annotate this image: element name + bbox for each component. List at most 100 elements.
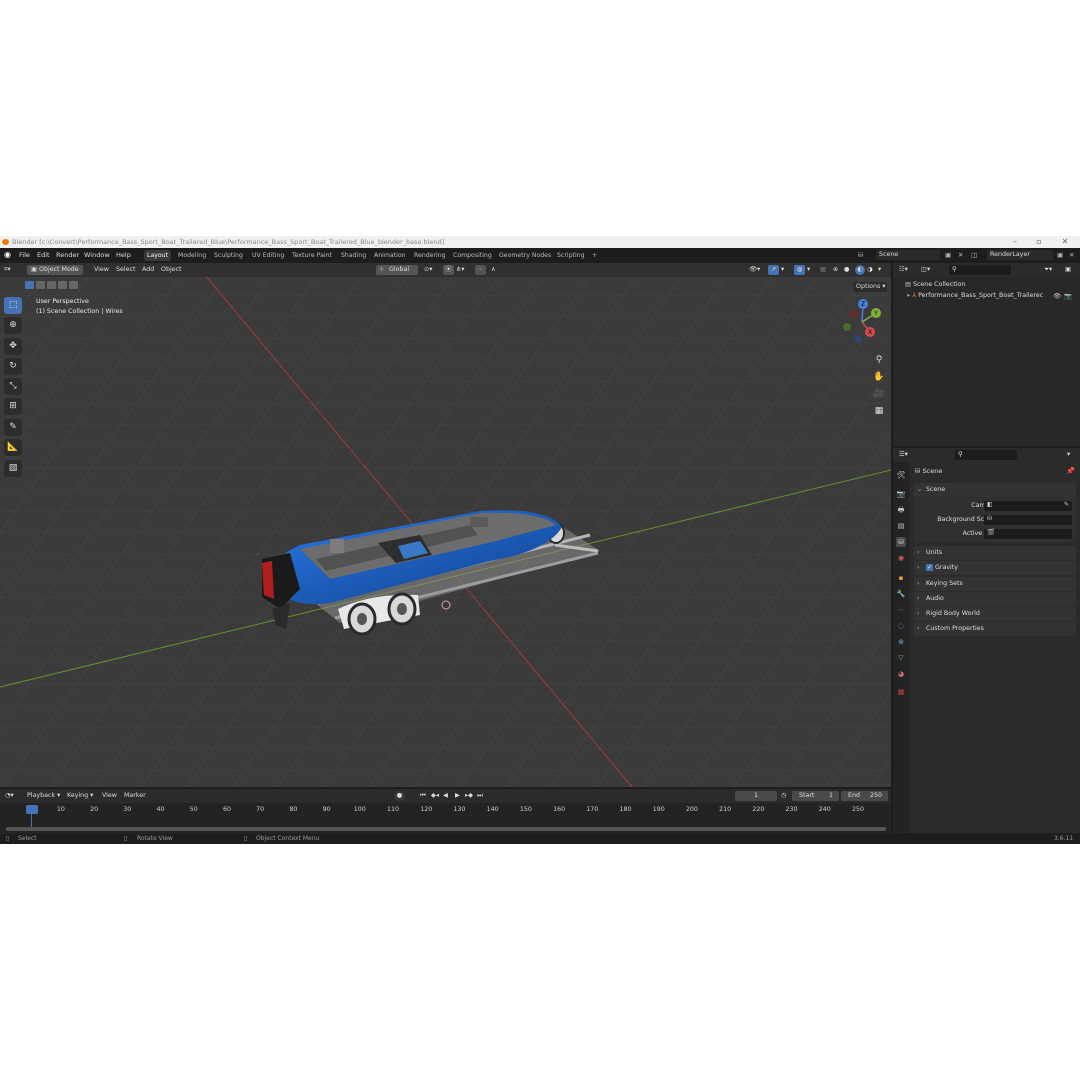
gizmo-dropdown-icon[interactable]: ▾	[781, 265, 784, 275]
scale-icon[interactable]: ⤡	[4, 378, 22, 395]
visibility-icon[interactable]: 👁▾	[749, 265, 760, 275]
move-icon[interactable]: ✥	[4, 338, 22, 355]
gizmo-neg-y-icon[interactable]	[843, 323, 851, 331]
rendered-shading-icon[interactable]: ◑	[867, 265, 873, 275]
next-keyframe-icon[interactable]: ▸◆	[465, 791, 473, 801]
constraints-tab-icon[interactable]: ⊗	[896, 637, 906, 647]
timeline-editor-icon[interactable]: ◔▾	[5, 791, 14, 801]
transform-icon[interactable]: ⊞	[4, 398, 22, 415]
outliner-search-input[interactable]: ⚲	[949, 265, 1011, 275]
clock-icon[interactable]: ◷	[781, 791, 787, 801]
current-frame-field[interactable]: 1	[735, 791, 777, 801]
data-tab-icon[interactable]: ▽	[896, 653, 906, 663]
render-layer-icon[interactable]: ◫	[971, 248, 977, 262]
proportional-edit-icon[interactable]: ◦	[475, 265, 486, 275]
tab-rendering[interactable]: Rendering	[411, 250, 449, 261]
select-invert-icon[interactable]	[58, 281, 67, 289]
pivot-icon[interactable]: ⊙▾	[424, 265, 432, 275]
tab-geometry-nodes[interactable]: Geometry Nodes	[496, 250, 554, 261]
tool-tab-icon[interactable]: 🛠	[896, 470, 906, 480]
layer-delete-icon[interactable]: ✕	[1069, 248, 1074, 262]
gizmo-neg-x-icon[interactable]	[850, 310, 858, 318]
tab-scripting[interactable]: Scripting	[554, 250, 588, 261]
snap-icon[interactable]: ⋔▾	[456, 265, 464, 275]
physics-tab-icon[interactable]: ◌	[896, 621, 906, 631]
view-layer-tab-icon[interactable]: ▤	[896, 521, 906, 531]
solid-shading-icon[interactable]: ●	[844, 265, 850, 275]
menu-keying[interactable]: Keying ▾	[67, 791, 93, 801]
tab-animation[interactable]: Animation	[371, 250, 409, 261]
play-icon[interactable]: ▶	[455, 791, 460, 801]
outliner-row-object[interactable]: ▸ ⅄ Performance_Bass_Sport_Boat_Trailere…	[907, 292, 1077, 300]
close-icon[interactable]: ✕	[1054, 236, 1076, 248]
modifier-tab-icon[interactable]: 🔧	[896, 589, 906, 599]
select-extend-icon[interactable]	[36, 281, 45, 289]
scene-new-icon[interactable]: ▣	[945, 248, 951, 262]
panel-custom-properties[interactable]: › Custom Properties	[914, 622, 1076, 636]
scene-icon[interactable]: ⛁	[858, 248, 863, 262]
menu-select[interactable]: Select	[116, 265, 135, 275]
panel-scene[interactable]: ⌄ Scene	[914, 483, 1076, 497]
layer-new-icon[interactable]: ▣	[1057, 248, 1063, 262]
display-mode-icon[interactable]: ◫▾	[921, 265, 930, 275]
new-collection-icon[interactable]: ▣	[1065, 265, 1071, 275]
blender-menu-icon[interactable]: ◉	[4, 248, 11, 262]
panel-rigid-body-world[interactable]: › Rigid Body World	[914, 607, 1076, 621]
shading-dropdown-icon[interactable]: ▾	[878, 265, 881, 275]
gravity-checkbox[interactable]: ✓	[926, 564, 933, 571]
outliner-row-scene-collection[interactable]: ▤ Scene Collection	[905, 281, 965, 288]
camera-view-icon[interactable]: 🎥	[872, 387, 886, 401]
scene-delete-icon[interactable]: ✕	[958, 248, 963, 262]
pin-icon[interactable]: 📌	[1066, 467, 1075, 475]
add-workspace-button[interactable]: +	[589, 250, 600, 261]
rotate-icon[interactable]: ↻	[4, 358, 22, 375]
menu-window[interactable]: Window	[84, 248, 110, 262]
particles-tab-icon[interactable]: ⁘	[896, 605, 906, 615]
panel-keying-sets[interactable]: › Keying Sets	[914, 577, 1076, 591]
timeline-scrollbar[interactable]	[6, 827, 886, 831]
tab-shading[interactable]: Shading	[338, 250, 369, 261]
output-tab-icon[interactable]: 🖶	[896, 505, 906, 515]
world-tab-icon[interactable]: ◉	[896, 553, 906, 563]
overlay-dropdown-icon[interactable]: ▾	[807, 265, 810, 275]
expand-arrow-icon[interactable]: ▸	[907, 292, 910, 299]
camera-render-icon[interactable]: 📷	[1064, 292, 1072, 300]
material-shading-icon[interactable]: ◐	[855, 265, 865, 275]
overlay-toggle-icon[interactable]: ◍	[794, 265, 805, 275]
jump-start-icon[interactable]: ⏮	[420, 791, 426, 801]
maximize-icon[interactable]: ▫	[1028, 236, 1050, 248]
tab-layout[interactable]: Layout	[144, 250, 172, 261]
properties-options-icon[interactable]: ▾	[1067, 450, 1070, 460]
panel-units[interactable]: › Units	[914, 546, 1076, 560]
menu-file[interactable]: File	[19, 248, 30, 262]
menu-view[interactable]: View	[94, 265, 109, 275]
gizmo-toggle-icon[interactable]: ↗	[768, 265, 779, 275]
eye-icon[interactable]: 👁	[1053, 292, 1061, 300]
render-tab-icon[interactable]: 📷	[896, 489, 906, 499]
menu-object[interactable]: Object	[161, 265, 182, 275]
playhead[interactable]	[26, 805, 38, 814]
prev-keyframe-icon[interactable]: ◆◂	[431, 791, 439, 801]
options-button[interactable]: Options ▾	[853, 282, 887, 292]
measure-icon[interactable]: 📐	[4, 439, 22, 456]
cursor-icon[interactable]: ⊕	[4, 317, 22, 334]
menu-marker[interactable]: Marker	[124, 791, 146, 801]
panel-gravity[interactable]: › ✓ Gravity	[914, 561, 1076, 575]
object-tab-icon[interactable]: ▪	[896, 573, 906, 583]
render-layer-selector[interactable]: RenderLayer	[987, 250, 1053, 260]
scene-selector[interactable]: Scene	[876, 250, 940, 260]
zoom-icon[interactable]: ⚲	[872, 353, 886, 367]
jump-end-icon[interactable]: ⏭	[477, 791, 483, 801]
3d-viewport[interactable]: ⌗▾ ▣ Object Mode View Select Add Object …	[0, 263, 891, 787]
record-icon[interactable]: ●	[394, 791, 405, 801]
panel-audio[interactable]: › Audio	[914, 592, 1076, 606]
tab-sculpting[interactable]: Sculpting	[211, 250, 246, 261]
xray-icon[interactable]: ▦	[820, 265, 826, 275]
tab-texture-paint[interactable]: Texture Paint	[289, 250, 335, 261]
menu-add[interactable]: Add	[142, 265, 154, 275]
active-clip-field[interactable]: 🎬	[984, 529, 1072, 539]
menu-render[interactable]: Render	[56, 248, 79, 262]
menu-playback[interactable]: Playback ▾	[27, 791, 60, 801]
menu-edit[interactable]: Edit	[37, 248, 50, 262]
tab-uv-editing[interactable]: UV Editing	[249, 250, 287, 261]
